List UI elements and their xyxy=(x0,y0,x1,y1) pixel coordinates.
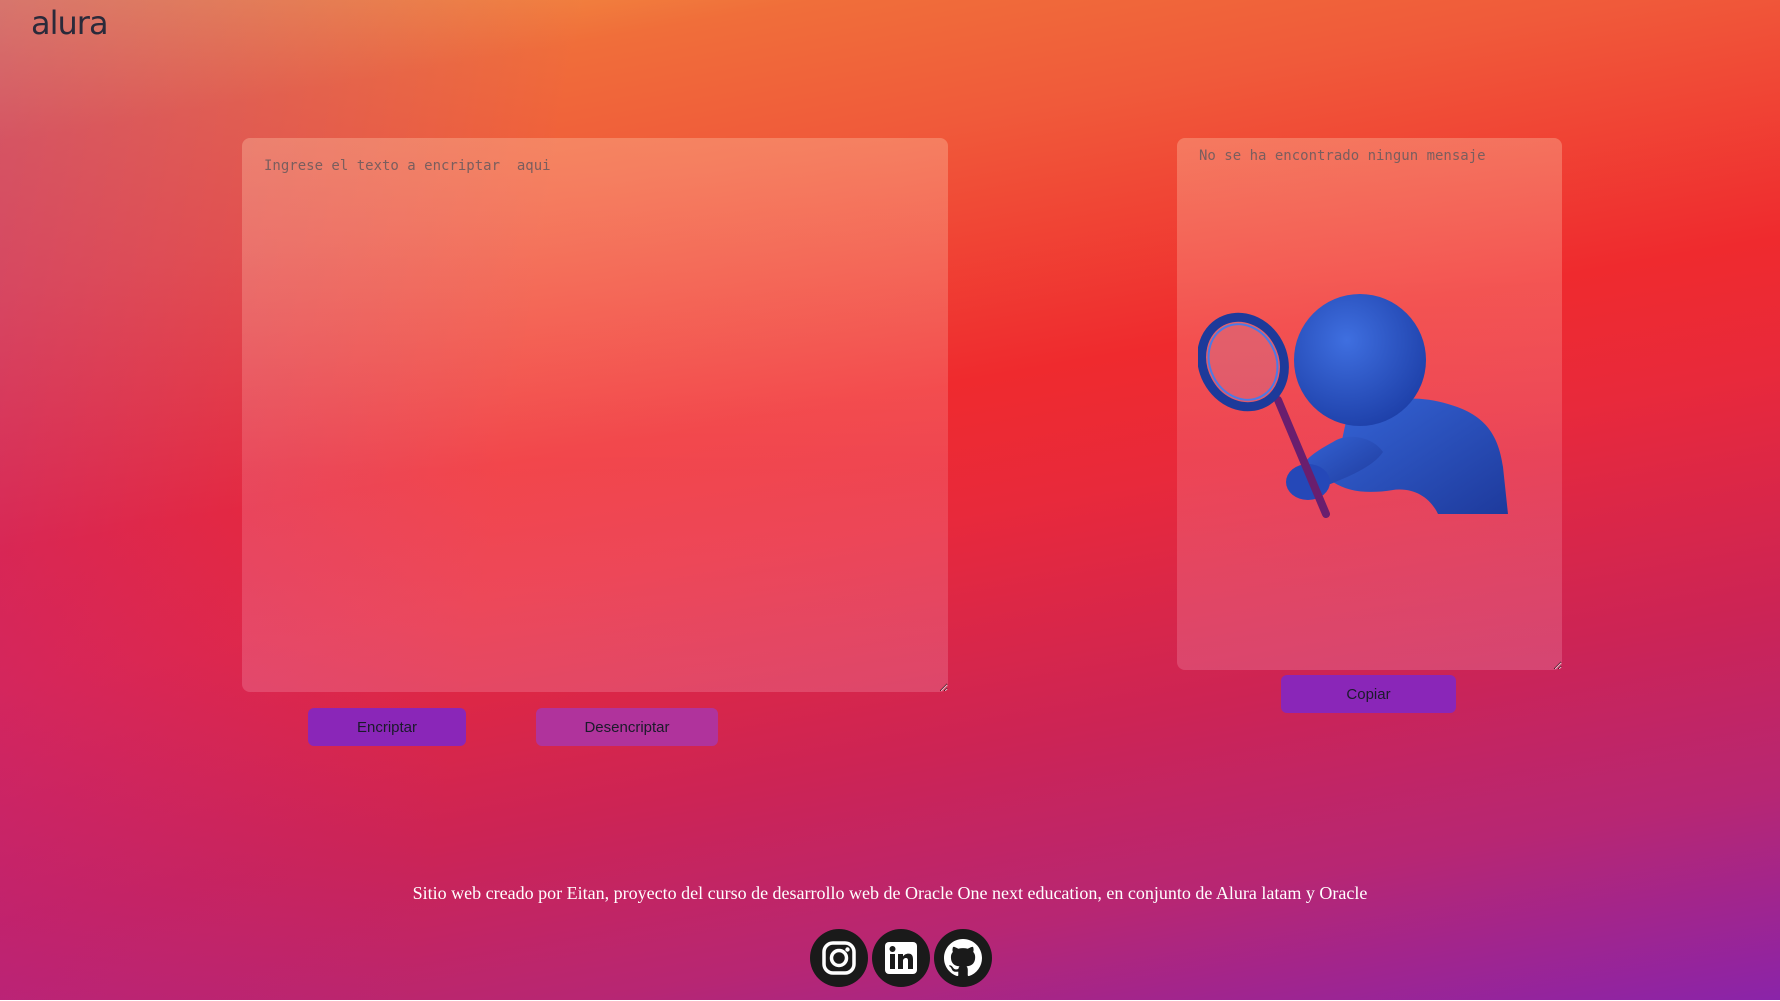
alura-logo: alura xyxy=(31,4,109,42)
social-links xyxy=(810,929,992,987)
footer-credit: Sitio web creado por Eitan, proyecto del… xyxy=(412,883,1368,903)
encrypt-input[interactable] xyxy=(242,138,948,692)
detective-figure-illustration xyxy=(1198,294,1508,518)
instagram-link[interactable] xyxy=(810,929,868,987)
decrypt-button[interactable]: Desencriptar xyxy=(536,708,718,746)
instagram-icon xyxy=(822,941,856,975)
github-link[interactable] xyxy=(934,929,992,987)
page-background: alura Encriptar Desencriptar Copiar xyxy=(0,0,1780,1001)
encrypt-button[interactable]: Encriptar xyxy=(308,708,466,746)
linkedin-link[interactable] xyxy=(872,929,930,987)
copy-button[interactable]: Copiar xyxy=(1281,675,1456,713)
linkedin-icon xyxy=(885,942,917,974)
github-icon xyxy=(944,939,982,977)
